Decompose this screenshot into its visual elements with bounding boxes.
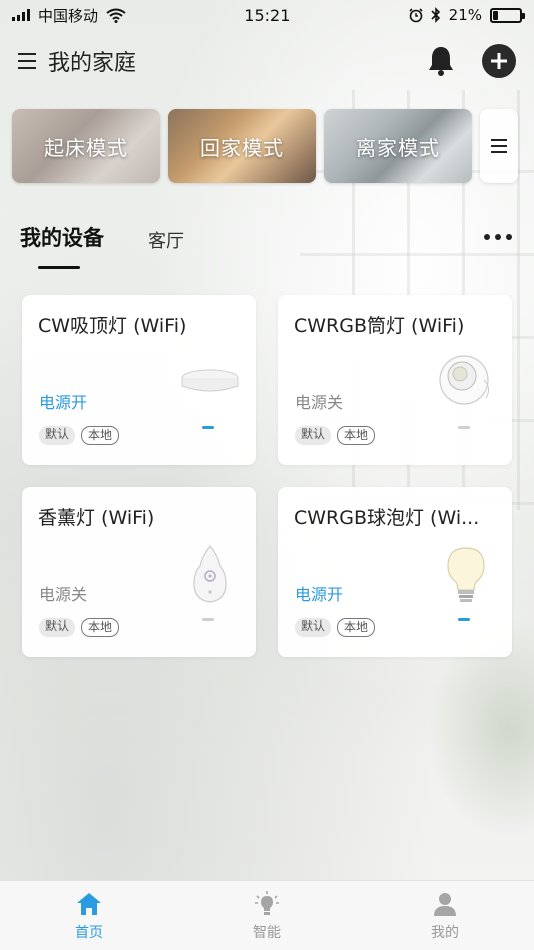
battery-level-fill bbox=[493, 10, 499, 20]
device-card-ceiling-light[interactable]: CW吸顶灯 (WiFi) 电源开 默认 本地 bbox=[22, 295, 256, 465]
header-actions bbox=[426, 44, 516, 78]
header: 我的家庭 bbox=[0, 38, 534, 84]
tag-local: 本地 bbox=[81, 618, 120, 637]
device-status: 电源开 bbox=[39, 393, 88, 412]
status-bar: 中国移动 15:21 21% bbox=[0, 0, 534, 30]
device-card-aroma-lamp[interactable]: 香薰灯 (WiFi) 电源关 默认 本地 bbox=[22, 487, 256, 657]
tag-default: 默认 bbox=[39, 618, 76, 637]
wifi-icon bbox=[106, 8, 126, 23]
nav-home[interactable]: 首页 bbox=[29, 890, 149, 942]
nav-profile[interactable]: 我的 bbox=[385, 890, 505, 942]
device-status: 电源开 bbox=[295, 585, 344, 604]
status-bar-right: 21% bbox=[409, 6, 525, 24]
scene-list-icon[interactable] bbox=[480, 109, 518, 183]
status-bar-left: 中国移动 bbox=[12, 5, 126, 26]
power-indicator bbox=[458, 426, 470, 429]
tag-default: 默认 bbox=[295, 618, 332, 637]
nav-label: 首页 bbox=[75, 924, 103, 941]
power-indicator bbox=[202, 426, 214, 429]
scene-label: 起床模式 bbox=[44, 135, 128, 160]
tag-local: 本地 bbox=[337, 426, 376, 445]
device-status: 电源关 bbox=[39, 585, 88, 604]
nav-smart[interactable]: 智能 bbox=[207, 890, 327, 942]
device-name: 香薰灯 (WiFi) bbox=[38, 507, 155, 529]
nav-label: 智能 bbox=[253, 924, 281, 941]
device-tags: 默认 本地 bbox=[39, 618, 120, 637]
scene-list: 起床模式 回家模式 离家模式 bbox=[12, 109, 522, 183]
downlight-icon bbox=[439, 355, 490, 405]
clock: 15:21 bbox=[244, 5, 291, 25]
tag-default: 默认 bbox=[295, 426, 332, 445]
smart-icon bbox=[255, 890, 279, 915]
battery-icon bbox=[490, 7, 525, 23]
carrier-name: 中国移动 bbox=[38, 6, 99, 25]
bluetooth-icon bbox=[431, 7, 440, 23]
signal-icon bbox=[12, 9, 30, 21]
alarm-icon bbox=[409, 7, 423, 22]
home-icon bbox=[77, 892, 101, 915]
battery-percent: 21% bbox=[448, 6, 482, 24]
room-tabs: 我的设备 客厅 bbox=[20, 222, 520, 272]
aroma-lamp-icon bbox=[193, 545, 227, 603]
scene-label: 回家模式 bbox=[200, 135, 284, 160]
bell-icon[interactable] bbox=[426, 45, 456, 77]
tab-living-room[interactable]: 客厅 bbox=[148, 227, 184, 253]
device-name: CWRGB筒灯 (WiFi) bbox=[294, 315, 465, 337]
profile-icon bbox=[434, 892, 456, 916]
device-card-downlight[interactable]: CWRGB筒灯 (WiFi) 电源关 默认 本地 bbox=[278, 295, 512, 465]
device-status: 电源关 bbox=[295, 393, 344, 412]
device-name: CW吸顶灯 (WiFi) bbox=[38, 315, 187, 337]
nav-label: 我的 bbox=[431, 924, 459, 941]
bulb-icon bbox=[447, 547, 485, 602]
bottom-nav: 首页 智能 我的 bbox=[0, 880, 534, 950]
device-tags: 默认 本地 bbox=[295, 426, 376, 445]
scene-wake-up[interactable]: 起床模式 bbox=[12, 109, 160, 183]
power-indicator bbox=[202, 618, 214, 621]
tag-local: 本地 bbox=[337, 618, 376, 637]
device-tags: 默认 本地 bbox=[295, 618, 376, 637]
tag-local: 本地 bbox=[81, 426, 120, 445]
ceiling-light-icon bbox=[181, 369, 239, 392]
add-icon[interactable] bbox=[482, 44, 516, 78]
menu-icon[interactable] bbox=[18, 53, 36, 69]
tab-my-devices[interactable]: 我的设备 bbox=[20, 222, 104, 252]
tag-default: 默认 bbox=[39, 426, 76, 445]
device-name: CWRGB球泡灯 (Wi... bbox=[294, 507, 480, 529]
more-icon[interactable] bbox=[484, 234, 512, 240]
scene-come-home[interactable]: 回家模式 bbox=[168, 109, 316, 183]
tab-active-indicator bbox=[38, 266, 80, 269]
device-card-bulb[interactable]: CWRGB球泡灯 (Wi... 电源开 默认 本地 bbox=[278, 487, 512, 657]
power-indicator bbox=[458, 618, 470, 621]
device-tags: 默认 本地 bbox=[39, 426, 120, 445]
scene-leave-home[interactable]: 离家模式 bbox=[324, 109, 472, 183]
scene-label: 离家模式 bbox=[356, 135, 440, 160]
home-title[interactable]: 我的家庭 bbox=[48, 45, 136, 77]
